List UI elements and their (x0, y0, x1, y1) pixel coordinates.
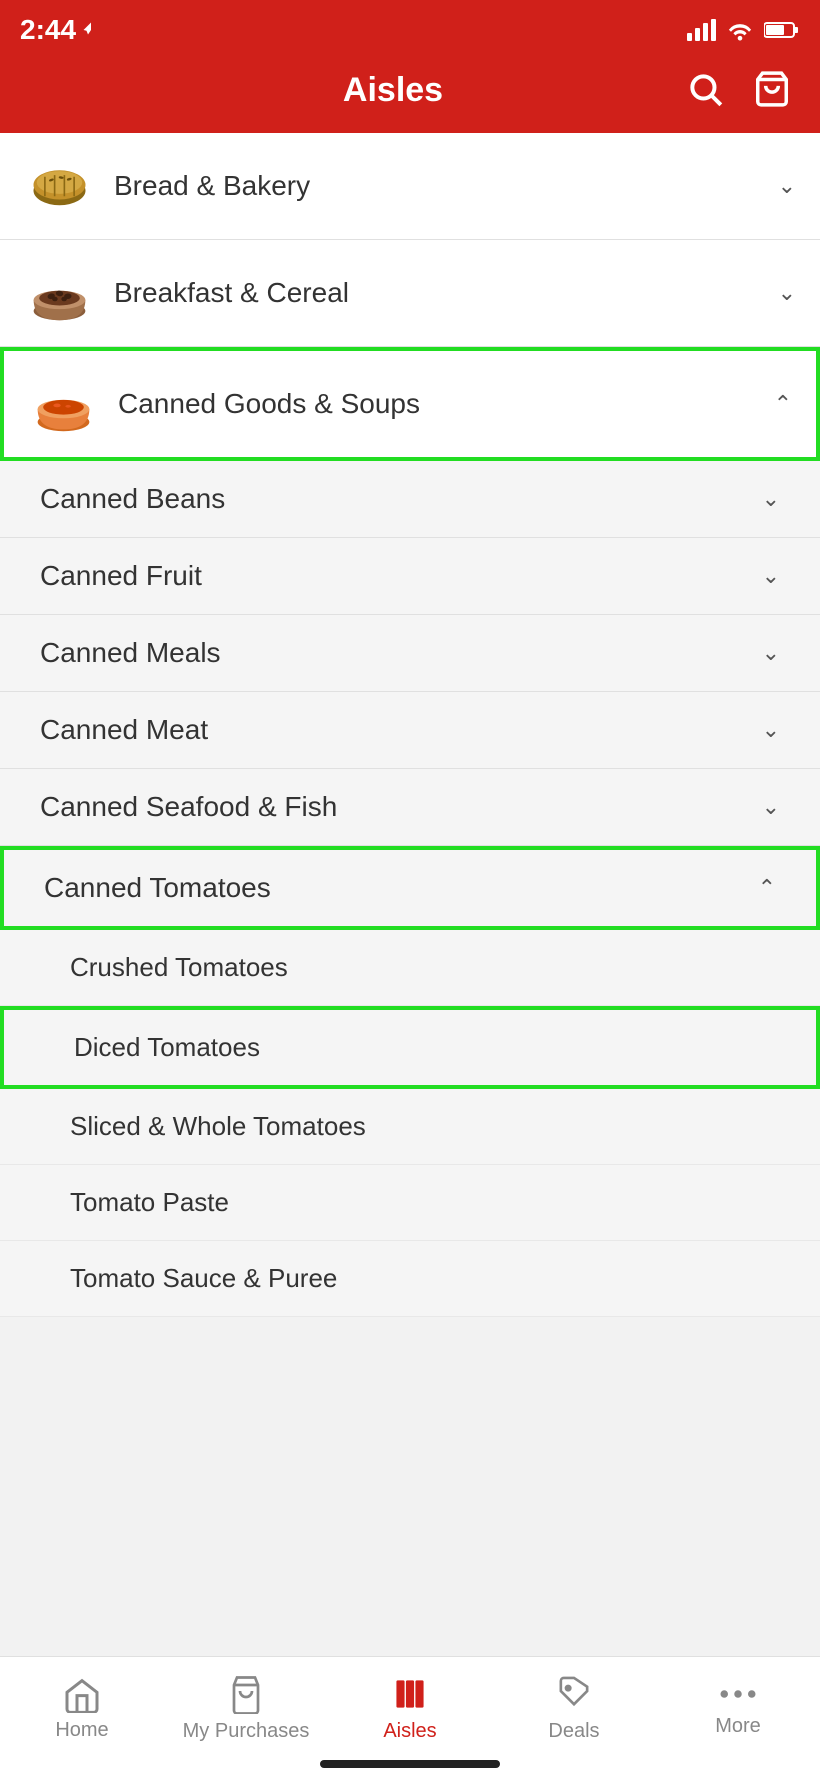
breakfast-cereal-chevron: ⌄ (778, 280, 796, 306)
bottom-navigation: Home My Purchases Aisles Deals More (0, 1656, 820, 1776)
canned-fruit-label: Canned Fruit (40, 560, 762, 592)
more-dots-icon (718, 1679, 758, 1709)
nav-more[interactable]: More (656, 1679, 820, 1738)
bag-icon (228, 1674, 264, 1714)
search-icon (686, 70, 724, 108)
nav-my-purchases[interactable]: My Purchases (164, 1674, 328, 1743)
search-button[interactable] (682, 66, 728, 115)
subcategory-canned-meat[interactable]: Canned Meat ⌄ (0, 692, 820, 769)
home-indicator (320, 1760, 500, 1768)
nav-deals[interactable]: Deals (492, 1674, 656, 1743)
subcategory-canned-meals[interactable]: Canned Meals ⌄ (0, 615, 820, 692)
bread-bakery-icon (24, 151, 94, 221)
subcategory-canned-beans[interactable]: Canned Beans ⌄ (0, 461, 820, 538)
crushed-tomatoes-label: Crushed Tomatoes (70, 952, 288, 983)
canned-seafood-chevron: ⌄ (762, 794, 780, 820)
home-icon (62, 1675, 102, 1713)
category-breakfast-cereal[interactable]: Breakfast & Cereal ⌄ (0, 240, 820, 347)
status-icons (687, 19, 800, 41)
nav-deals-label: Deals (548, 1720, 599, 1743)
item-sliced-whole-tomatoes[interactable]: Sliced & Whole Tomatoes (0, 1089, 820, 1165)
subcategory-canned-fruit[interactable]: Canned Fruit ⌄ (0, 538, 820, 615)
subcategory-canned-seafood[interactable]: Canned Seafood & Fish ⌄ (0, 769, 820, 846)
canned-fruit-chevron: ⌄ (762, 563, 780, 589)
cart-button[interactable] (748, 66, 796, 115)
category-bread-bakery[interactable]: Bread & Bakery ⌄ (0, 133, 820, 240)
canned-meat-chevron: ⌄ (762, 717, 780, 743)
battery-icon (764, 19, 800, 41)
soup-bowl-icon (31, 374, 96, 434)
nav-aisles-label: Aisles (383, 1720, 436, 1743)
breakfast-cereal-icon (24, 258, 94, 328)
canned-goods-chevron: ⌃ (774, 391, 792, 417)
signal-icon (687, 19, 716, 41)
item-tomato-sauce-puree[interactable]: Tomato Sauce & Puree (0, 1241, 820, 1317)
nav-aisles[interactable]: Aisles (328, 1674, 492, 1743)
bread-bakery-label: Bread & Bakery (114, 170, 778, 202)
canned-beans-label: Canned Beans (40, 483, 762, 515)
aisles-content: Bread & Bakery ⌄ Breakfast & Cereal ⌄ (0, 133, 820, 1447)
nav-more-label: More (715, 1715, 761, 1738)
canned-goods-icon (28, 369, 98, 439)
sliced-whole-tomatoes-label: Sliced & Whole Tomatoes (70, 1111, 366, 1142)
wifi-icon (726, 19, 754, 41)
app-header: Aisles (0, 56, 820, 133)
canned-tomatoes-chevron: ⌃ (758, 875, 776, 901)
category-canned-goods[interactable]: Canned Goods & Soups ⌃ (0, 347, 820, 461)
canned-tomatoes-label: Canned Tomatoes (44, 872, 758, 904)
deals-tag-icon (555, 1674, 593, 1714)
breakfast-cereal-label: Breakfast & Cereal (114, 277, 778, 309)
item-diced-tomatoes[interactable]: Diced Tomatoes (0, 1006, 820, 1089)
status-bar: 2:44 (0, 0, 820, 56)
tomato-paste-label: Tomato Paste (70, 1187, 229, 1218)
home-bar (0, 1760, 820, 1768)
diced-tomatoes-label: Diced Tomatoes (74, 1032, 260, 1063)
canned-meat-label: Canned Meat (40, 714, 762, 746)
canned-meals-label: Canned Meals (40, 637, 762, 669)
header-actions (682, 66, 796, 115)
nav-home-label: Home (55, 1719, 108, 1742)
subcategory-canned-tomatoes[interactable]: Canned Tomatoes ⌃ (0, 846, 820, 930)
header-title: Aisles (104, 71, 682, 110)
nav-home[interactable]: Home (0, 1675, 164, 1742)
nav-my-purchases-label: My Purchases (183, 1720, 310, 1743)
cereal-bowl-icon (27, 263, 92, 323)
status-time: 2:44 (20, 14, 100, 46)
bread-bakery-chevron: ⌄ (778, 173, 796, 199)
canned-goods-label: Canned Goods & Soups (118, 388, 774, 420)
canned-beans-chevron: ⌄ (762, 486, 780, 512)
item-crushed-tomatoes[interactable]: Crushed Tomatoes (0, 930, 820, 1006)
location-arrow-icon (82, 21, 100, 39)
bread-icon (27, 159, 92, 214)
item-tomato-paste[interactable]: Tomato Paste (0, 1165, 820, 1241)
aisles-icon (391, 1674, 429, 1714)
time-display: 2:44 (20, 14, 76, 46)
tomato-sauce-puree-label: Tomato Sauce & Puree (70, 1263, 337, 1294)
canned-seafood-label: Canned Seafood & Fish (40, 791, 762, 823)
canned-meals-chevron: ⌄ (762, 640, 780, 666)
cart-icon (752, 70, 792, 108)
